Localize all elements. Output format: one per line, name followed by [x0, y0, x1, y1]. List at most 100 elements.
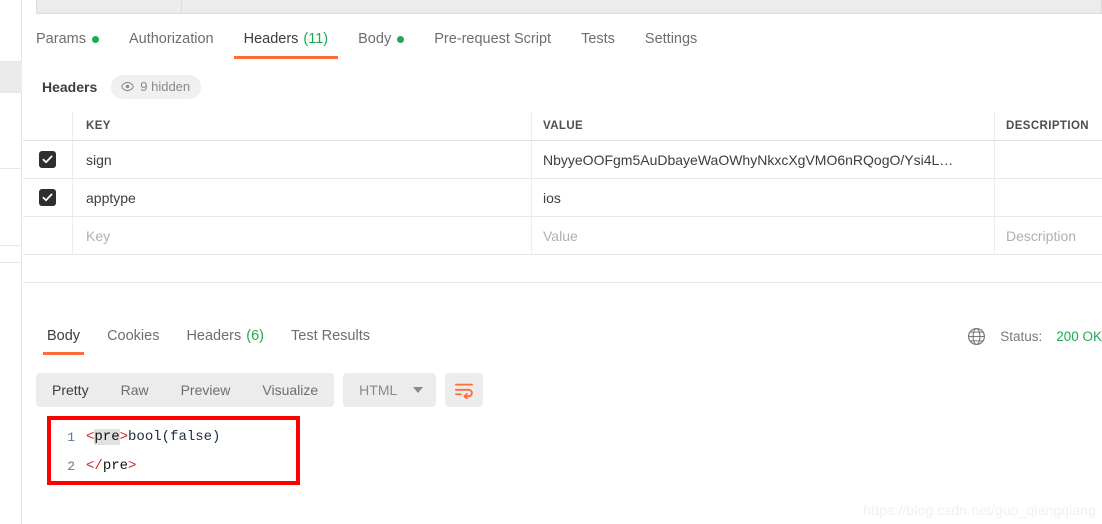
- tab-settings[interactable]: Settings: [645, 28, 697, 59]
- row-checkbox-cell: [23, 179, 73, 216]
- globe-icon[interactable]: [967, 327, 986, 346]
- tab-count: (11): [303, 31, 329, 47]
- header-description-cell[interactable]: [995, 141, 1102, 178]
- hidden-headers-count: 9 hidden: [140, 79, 191, 94]
- code-token: pre: [102, 458, 129, 474]
- response-tabs-group: Body Cookies Headers (6) Test Results: [43, 326, 397, 355]
- new-header-value-input[interactable]: Value: [532, 217, 995, 254]
- active-tab-underline: [233, 56, 339, 59]
- code-token: bool(false): [128, 429, 221, 445]
- line-number: 2: [67, 458, 75, 474]
- modified-dot-icon: [397, 35, 405, 43]
- column-header-value: VALUE: [532, 111, 995, 140]
- request-tab-bar: Params Authorization Headers (11) Body P…: [36, 28, 1102, 66]
- line-number: 1: [67, 429, 75, 445]
- left-rail-separator: [0, 262, 22, 263]
- response-status-bar: Status: 200 OK: [967, 327, 1102, 346]
- left-rail-separator: [0, 61, 22, 62]
- tab-label: Authorization: [128, 31, 214, 47]
- new-header-key-input[interactable]: Key: [73, 217, 532, 254]
- tab-label: Tests: [581, 31, 615, 47]
- active-tab-underline: [43, 352, 85, 355]
- status-badge: 200 OK: [1056, 329, 1102, 344]
- headers-title: Headers: [42, 79, 98, 95]
- tab-pre-request-script[interactable]: Pre-request Script: [434, 28, 551, 59]
- header-key-cell[interactable]: apptype: [73, 179, 532, 216]
- tab-params[interactable]: Params: [36, 28, 99, 59]
- response-tab-test-results[interactable]: Test Results: [291, 326, 370, 355]
- code-text: <pre>bool(false): [86, 429, 220, 445]
- code-line: 2 </pre>: [36, 455, 1102, 477]
- headers-subheader: Headers 9 hidden: [42, 74, 202, 100]
- header-description-cell[interactable]: [995, 179, 1102, 216]
- tab-label: Cookies: [107, 328, 160, 344]
- row-checkbox[interactable]: [39, 189, 56, 206]
- response-tab-cookies[interactable]: Cookies: [107, 326, 159, 355]
- tab-strip-divider: [181, 0, 182, 14]
- column-header-key: KEY: [73, 111, 532, 140]
- wrap-text-icon: [455, 383, 474, 399]
- tab-authorization[interactable]: Authorization: [129, 28, 214, 59]
- tab-headers[interactable]: Headers (11): [233, 28, 339, 59]
- table-bottom-spacer: [23, 255, 1102, 283]
- response-tab-headers[interactable]: Headers (6): [186, 326, 264, 355]
- view-pretty[interactable]: Pretty: [36, 373, 105, 407]
- watermark: https://blog.csdn.net/guo_qiangqiang: [863, 502, 1096, 518]
- headers-table: KEY VALUE DESCRIPTION sign NbyyeOOFgm5Au…: [23, 111, 1102, 283]
- response-body-code[interactable]: 1 <pre>bool(false) 2 </pre>: [36, 416, 1102, 496]
- window-tab-strip: [36, 0, 1102, 14]
- view-preview[interactable]: Preview: [165, 373, 247, 407]
- left-rail: [0, 0, 22, 524]
- postman-request-response-pane: Params Authorization Headers (11) Body P…: [0, 0, 1102, 524]
- response-body-toolbar: Pretty Raw Preview Visualize HTML: [36, 373, 484, 407]
- tab-label: Pre-request Script: [434, 31, 552, 47]
- code-token: pre: [94, 429, 120, 445]
- view-visualize[interactable]: Visualize: [246, 373, 334, 407]
- response-tab-body[interactable]: Body: [43, 326, 85, 355]
- check-icon: [42, 155, 53, 164]
- header-key-cell[interactable]: sign: [73, 141, 532, 178]
- view-raw[interactable]: Raw: [105, 373, 165, 407]
- code-text: </pre>: [86, 458, 136, 474]
- tab-label: Body: [358, 31, 392, 47]
- response-tab-bar: Body Cookies Headers (6) Test Results St…: [23, 326, 1102, 362]
- row-checkbox-cell: [23, 217, 73, 254]
- row-checkbox-cell: [23, 141, 73, 178]
- code-token: </: [86, 458, 103, 474]
- body-format-select[interactable]: HTML: [343, 373, 437, 407]
- tab-label: Headers: [243, 31, 299, 47]
- table-row: apptype ios: [23, 179, 1102, 217]
- header-value-cell[interactable]: NbyyeOOFgm5AuDbayeWaOWhyNkxcXgVMO6nRQogO…: [532, 141, 995, 178]
- eye-icon: [121, 81, 135, 92]
- check-icon: [42, 193, 53, 202]
- chevron-down-icon: [413, 387, 424, 393]
- hidden-headers-toggle[interactable]: 9 hidden: [111, 75, 202, 99]
- left-rail-separator: [0, 245, 22, 246]
- wrap-text-button[interactable]: [445, 373, 484, 407]
- tab-count: (6): [246, 328, 264, 344]
- body-view-switcher: Pretty Raw Preview Visualize: [36, 373, 335, 407]
- row-checkbox[interactable]: [39, 151, 56, 168]
- modified-dot-icon: [91, 35, 99, 43]
- tab-tests[interactable]: Tests: [581, 28, 615, 59]
- status-label: Status:: [1000, 329, 1043, 344]
- code-token: >: [119, 429, 129, 445]
- body-format-value: HTML: [359, 382, 398, 398]
- column-header-description: DESCRIPTION: [1006, 119, 1089, 132]
- tab-body[interactable]: Body: [358, 28, 405, 59]
- code-line: 1 <pre>bool(false): [36, 426, 1102, 448]
- left-rail-separator: [0, 168, 22, 169]
- tab-label: Test Results: [291, 328, 370, 344]
- header-cell-checkbox: [23, 111, 73, 140]
- left-rail-separator: [0, 92, 22, 93]
- table-header-row: KEY VALUE DESCRIPTION: [23, 111, 1102, 141]
- left-rail-highlight: [0, 62, 22, 92]
- table-row: sign NbyyeOOFgm5AuDbayeWaOWhyNkxcXgVMO6n…: [23, 141, 1102, 179]
- code-token: >: [128, 458, 137, 474]
- tab-label: Settings: [644, 31, 698, 47]
- header-value-cell[interactable]: ios: [532, 179, 995, 216]
- tab-label: Headers: [186, 328, 242, 344]
- table-placeholder-row: Key Value Description: [23, 217, 1102, 255]
- tab-label: Params: [36, 31, 86, 47]
- new-header-description-input[interactable]: Description: [995, 217, 1102, 254]
